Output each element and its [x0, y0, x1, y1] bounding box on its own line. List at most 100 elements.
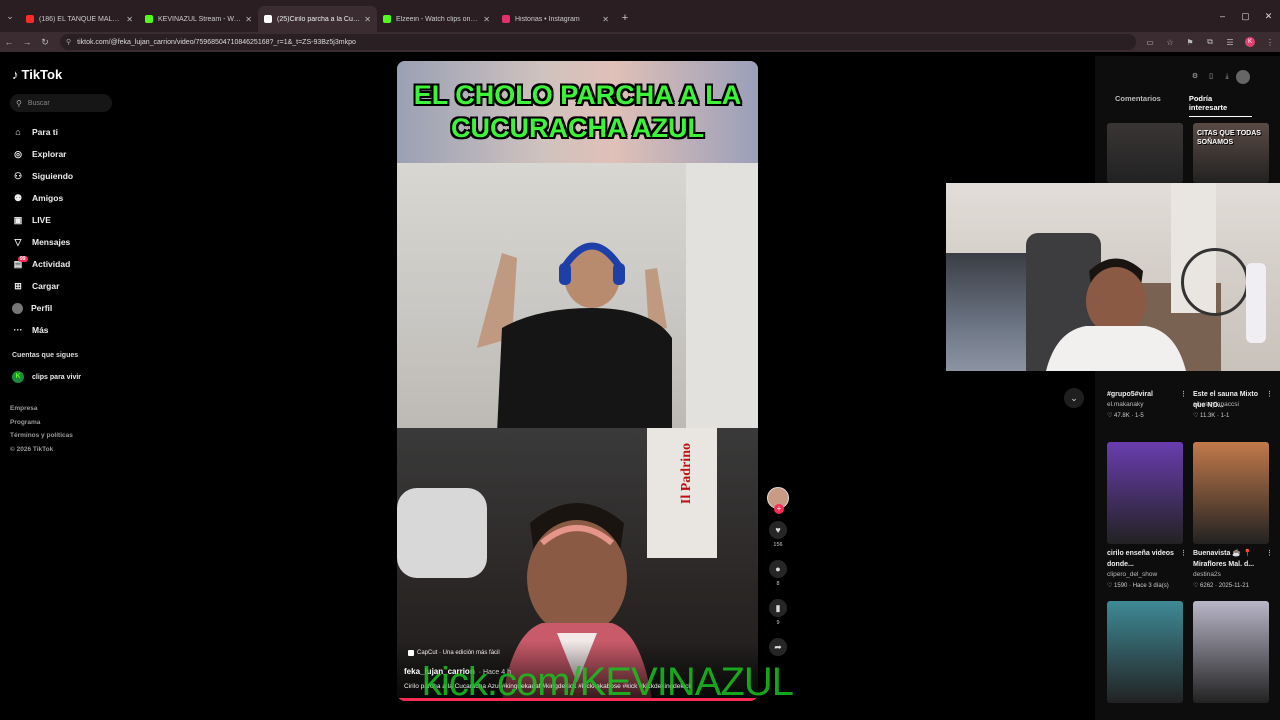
webcam-streamer-figure — [1046, 258, 1186, 371]
heart-action[interactable]: ♥ 156 — [765, 521, 791, 548]
url-text: tiktok.com/@feka_lujan_carrion/video/759… — [77, 38, 356, 46]
back-icon[interactable]: ← — [0, 37, 18, 47]
scene-pillow — [397, 488, 487, 578]
sidebar-item-cargar[interactable]: ⊞ Cargar — [12, 275, 122, 297]
more-options-icon[interactable]: ⋮ — [1180, 389, 1187, 400]
recommended-video-title[interactable]: Buenavista ☕ 📍 Miraflores Mal. d... ⋮ — [1193, 548, 1273, 570]
heart-icon[interactable]: ♥ — [769, 521, 787, 539]
browser-tab[interactable]: Elzeein - Watch clips on Kick ✕ — [377, 6, 496, 32]
sidebar-item-live[interactable]: ▣ LIVE — [12, 209, 122, 231]
capcut-label[interactable]: CapCut · Una edición más fácil — [408, 650, 500, 656]
recommended-video-thumbnail[interactable] — [1107, 123, 1183, 183]
follow-plus-icon[interactable]: + — [774, 504, 784, 514]
following-section-title: Cuentas que sigues — [12, 352, 79, 359]
extension-icon[interactable]: ⚑ — [1180, 38, 1200, 47]
more-options-icon[interactable]: ⋮ — [1180, 548, 1187, 559]
recommended-video-thumbnail[interactable] — [1193, 442, 1269, 544]
sidebar-item-label: Mensajes — [32, 237, 71, 247]
recommended-video-user[interactable]: destina2s — [1193, 571, 1221, 578]
browser-tab[interactable]: Historias • Instagram ✕ — [496, 6, 615, 32]
sidebar-item-más[interactable]: ··· Más — [12, 319, 122, 341]
recommended-video-thumbnail[interactable]: CITAS QUE TODAS SOÑAMOS — [1193, 123, 1269, 183]
video-headline: EL CHOLO PARCHA A LA CUCURACHA AZUL — [413, 80, 742, 143]
share-action[interactable]: ➦ — [765, 638, 791, 656]
browser-address-bar: ← → ↻ ⚲ tiktok.com/@feka_lujan_carrion/v… — [0, 32, 1280, 52]
bookmark-star-icon[interactable]: ☆ — [1160, 38, 1180, 47]
bookmark-action[interactable]: ▮ 9 — [765, 599, 791, 626]
footer-copyright: © 2026 TikTok — [10, 445, 54, 453]
sidebar-item-para-ti[interactable]: ⌂ Para ti — [12, 121, 122, 143]
bag-print-text: Il Padrino — [679, 443, 694, 505]
footer-link-empresa[interactable]: Empresa — [10, 405, 73, 419]
comment-action[interactable]: ● 8 — [765, 560, 791, 587]
minimize-icon[interactable]: – — [1211, 0, 1234, 32]
sidebar-item-amigos[interactable]: ⚉ Amigos — [12, 187, 122, 209]
sidebar-item-explorar[interactable]: ◎ Explorar — [12, 143, 122, 165]
card-title-text: cirilo enseña videos donde... — [1107, 550, 1174, 568]
sidebar-item-mensajes[interactable]: ▽ Mensajes — [12, 231, 122, 253]
bookmark-icon[interactable]: ▮ — [769, 599, 787, 617]
recommended-video-user[interactable]: clipero_del_show — [1107, 571, 1157, 578]
profile-avatar-icon[interactable]: K — [1245, 37, 1255, 47]
footer-link-programa[interactable]: Programa — [10, 419, 73, 433]
user-avatar[interactable] — [1236, 70, 1250, 84]
search-input[interactable] — [27, 99, 108, 107]
upload-icon: ⊞ — [14, 280, 22, 291]
device-icon[interactable]: ▯ — [1204, 70, 1218, 84]
video-player[interactable]: EL CHOLO PARCHA A LA CUCURACHA AZUL Il P… — [397, 61, 758, 701]
recommended-video-thumbnail[interactable] — [1193, 601, 1269, 703]
following-item-label: clips para vivir — [32, 373, 82, 381]
tab-close-icon[interactable]: ✕ — [245, 15, 252, 24]
recommended-video-user[interactable]: elboseylapaccsi — [1193, 401, 1239, 408]
sidebar-item-label: LIVE — [32, 215, 51, 225]
cast-icon[interactable]: ▭ — [1140, 38, 1160, 47]
window-close-icon[interactable]: ✕ — [1257, 0, 1280, 32]
footer-link-terminos[interactable]: Términos y políticas — [10, 432, 73, 446]
recommended-video-user[interactable]: el.makanaky — [1107, 401, 1144, 408]
share-icon[interactable]: ➦ — [769, 638, 787, 656]
recommended-video-title[interactable]: #grupo5#viral ⋮ — [1107, 389, 1187, 400]
sidebar-item-actividad[interactable]: ▤ 99 Actividad — [12, 253, 122, 275]
forward-icon[interactable]: → — [18, 37, 36, 47]
following-item[interactable]: K clips para vivir — [12, 371, 81, 383]
streamer-webcam-overlay — [946, 183, 1280, 371]
recommended-video-stats: ♡ 6262 · 2025-11-21 — [1193, 583, 1249, 589]
browser-tab[interactable]: KEVINAZUL Stream - Watch Liv ✕ — [139, 6, 258, 32]
sidebar-item-perfil[interactable]: Perfil — [12, 297, 122, 319]
extensions-puzzle-icon[interactable]: ⧉ — [1200, 37, 1220, 47]
more-options-icon[interactable]: ⋮ — [1266, 548, 1273, 559]
tab-search-menu-icon[interactable]: ⌄ — [0, 0, 20, 32]
sidebar-item-label: Para ti — [32, 127, 58, 137]
recommended-video-thumbnail[interactable] — [1107, 601, 1183, 703]
tab-close-icon[interactable]: ✕ — [364, 15, 371, 24]
site-info-icon[interactable]: ⚲ — [66, 38, 71, 46]
sidebar-item-siguiendo[interactable]: ⚇ Siguiendo — [12, 165, 122, 187]
browser-tab[interactable]: (186) EL TANQUE MALDITO EN ✕ — [20, 6, 139, 32]
browser-tab[interactable]: (25)Cirilo parcha a la Cucar ✕ — [258, 6, 377, 32]
video-action-rail: + ♥ 156 ● 8 ▮ 9 ➦ — [765, 487, 791, 659]
tiktok-logo[interactable]: ♪ TikTok — [12, 67, 62, 82]
tab-close-icon[interactable]: ✕ — [602, 15, 609, 24]
creator-avatar[interactable]: + — [767, 487, 789, 514]
search-box[interactable]: ⚲ — [10, 94, 112, 112]
panel-tab[interactable]: Comentarios — [1115, 94, 1161, 117]
maximize-icon[interactable]: ▢ — [1234, 0, 1257, 32]
recommended-video-stats: ♡ 11.3K · 1-1 — [1193, 413, 1230, 419]
tab-close-icon[interactable]: ✕ — [126, 15, 133, 24]
recommended-video-title[interactable]: cirilo enseña videos donde... ⋮ — [1107, 548, 1187, 570]
url-field[interactable]: ⚲ tiktok.com/@feka_lujan_carrion/video/7… — [60, 34, 1136, 50]
panel-tab[interactable]: Podría interesarte — [1188, 94, 1252, 117]
tab-close-icon[interactable]: ✕ — [483, 15, 490, 24]
comment-icon[interactable]: ● — [769, 560, 787, 578]
reload-icon[interactable]: ↻ — [36, 37, 54, 48]
tab-title: (25)Cirilo parcha a la Cucar — [277, 15, 361, 23]
new-tab-button[interactable]: + — [615, 12, 635, 24]
sidebar-nav: ⌂ Para ti ◎ Explorar ⚇ Siguiendo ⚉ Amigos ▣ LIVE ▽… — [12, 121, 122, 341]
recommended-video-thumbnail[interactable] — [1107, 442, 1183, 544]
more-options-icon[interactable]: ⋮ — [1266, 389, 1273, 400]
tab-strip-icon[interactable]: ☰ — [1220, 38, 1240, 47]
browser-menu-icon[interactable]: ⋮ — [1260, 38, 1280, 47]
settings-icon[interactable]: ⚙ — [1188, 70, 1202, 84]
download-icon[interactable]: ⤓ — [1220, 70, 1234, 84]
next-video-button[interactable]: ⌄ — [1064, 388, 1084, 408]
